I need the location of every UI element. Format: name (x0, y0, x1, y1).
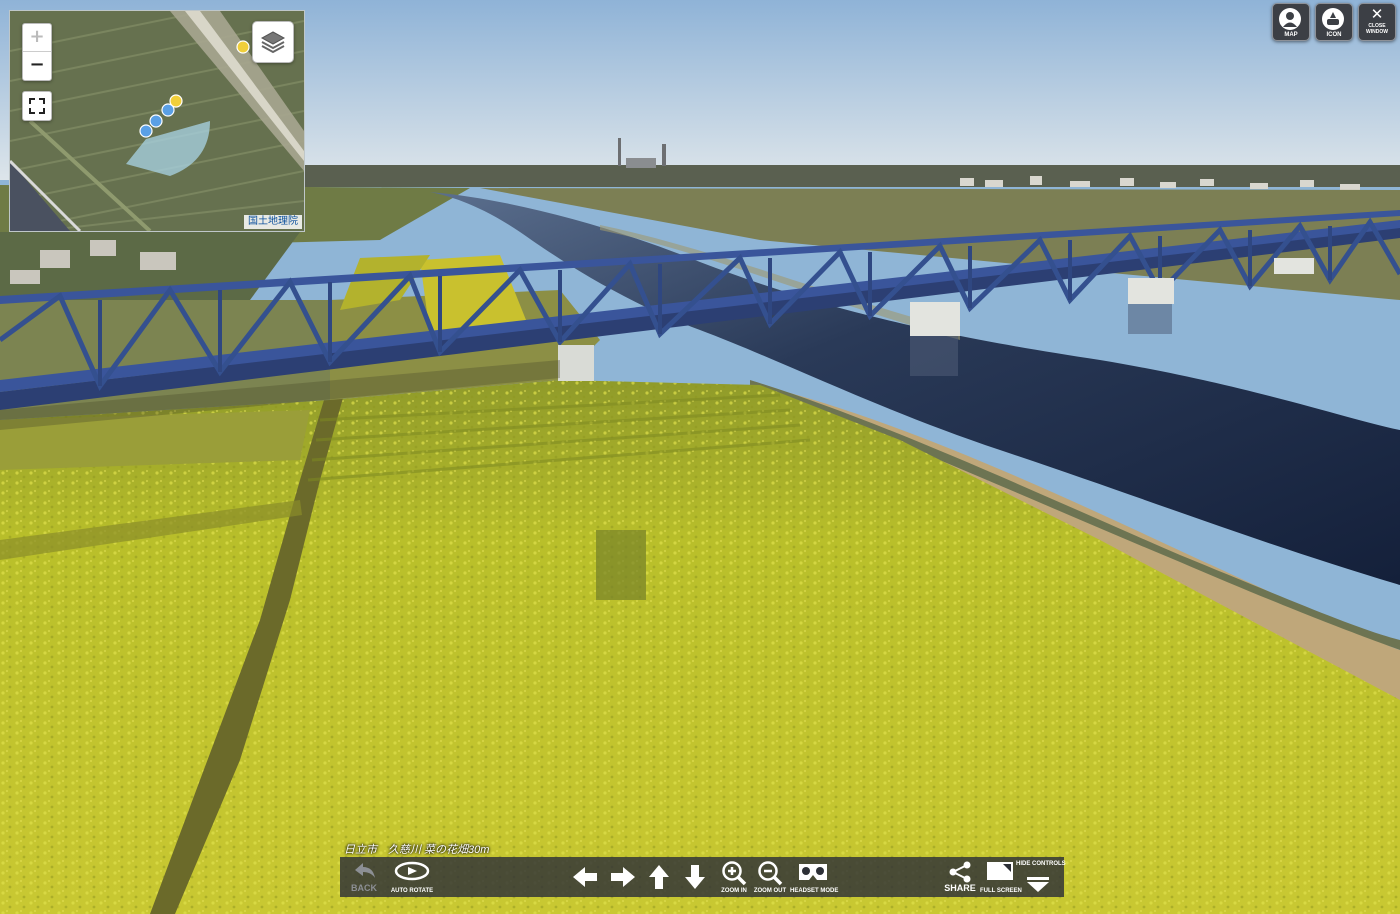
zoom-out-icon (758, 861, 783, 886)
full-screen-label: FULL SCREEN (980, 888, 1022, 894)
map-zoom-out-button[interactable]: − (23, 52, 51, 79)
map-fullscreen-button[interactable] (22, 91, 52, 121)
minimap[interactable]: + − 国土地理院 (9, 10, 305, 232)
zoom-in-label: ZOOM IN (721, 888, 747, 894)
back-label: BACK (351, 883, 377, 893)
map-pin-icon (1279, 8, 1301, 30)
layers-icon (260, 31, 286, 54)
chevron-down-icon (1027, 877, 1049, 892)
share-icon (949, 861, 971, 883)
headset-mode-label: HEADSET MODE (790, 888, 839, 894)
map-layers-button[interactable] (252, 21, 294, 63)
pan-left-button[interactable] (568, 857, 602, 897)
icon-toggle-button[interactable]: ICON (1315, 3, 1353, 41)
zoom-in-button[interactable]: ZOOM IN (718, 857, 750, 897)
close-window-button[interactable]: ✕ CLOSE WINDOW (1358, 3, 1396, 41)
hide-controls-label: HIDE CONTROLS (1016, 861, 1066, 867)
hide-controls-button[interactable]: HIDE CONTROLS (1016, 857, 1066, 897)
hide-icons-icon (1322, 8, 1344, 30)
arrow-left-icon (573, 867, 597, 887)
map-zoom-control: + − (22, 23, 52, 81)
icon-toggle-label: ICON (1326, 32, 1342, 38)
share-button[interactable]: SHARE (942, 857, 978, 897)
close-window-label: CLOSE WINDOW (1366, 23, 1388, 35)
auto-rotate-button[interactable]: AUTO ROTATE (391, 857, 433, 897)
pan-right-button[interactable] (606, 857, 640, 897)
map-toggle-label: MAP (1284, 32, 1298, 38)
headset-mode-button[interactable]: HEADSET MODE (790, 857, 838, 897)
map-attribution[interactable]: 国土地理院 (244, 215, 302, 229)
viewer-control-bar: BACK AUTO ROTATE ZOOM IN ZOOM OUT HEADSE… (340, 857, 1066, 897)
map-zoom-in-button[interactable]: + (23, 24, 51, 51)
full-screen-button[interactable]: FULL SCREEN (980, 857, 1022, 897)
zoom-out-button[interactable]: ZOOM OUT (754, 857, 786, 897)
share-label: SHARE (944, 883, 976, 893)
full-screen-icon (987, 862, 1013, 880)
arrow-right-icon (611, 867, 635, 887)
auto-rotate-label: AUTO ROTATE (390, 888, 434, 894)
back-button[interactable]: BACK (346, 857, 382, 897)
top-right-toolbar: MAP ICON ✕ CLOSE WINDOW (1272, 3, 1396, 41)
arrow-down-icon (685, 865, 705, 889)
back-arrow-icon (355, 863, 375, 878)
vr-headset-icon (799, 864, 827, 880)
auto-rotate-icon (394, 861, 430, 881)
arrow-up-icon (649, 865, 669, 889)
zoom-out-label: ZOOM OUT (753, 888, 787, 894)
zoom-in-icon (722, 861, 747, 886)
pan-down-button[interactable] (680, 857, 710, 897)
pan-up-button[interactable] (644, 857, 674, 897)
close-icon: ✕ (1370, 5, 1384, 23)
scene-caption: 日立市 久慈川 菜の花畑30m (344, 844, 490, 856)
fullscreen-icon (29, 98, 45, 114)
map-toggle-button[interactable]: MAP (1272, 3, 1310, 41)
